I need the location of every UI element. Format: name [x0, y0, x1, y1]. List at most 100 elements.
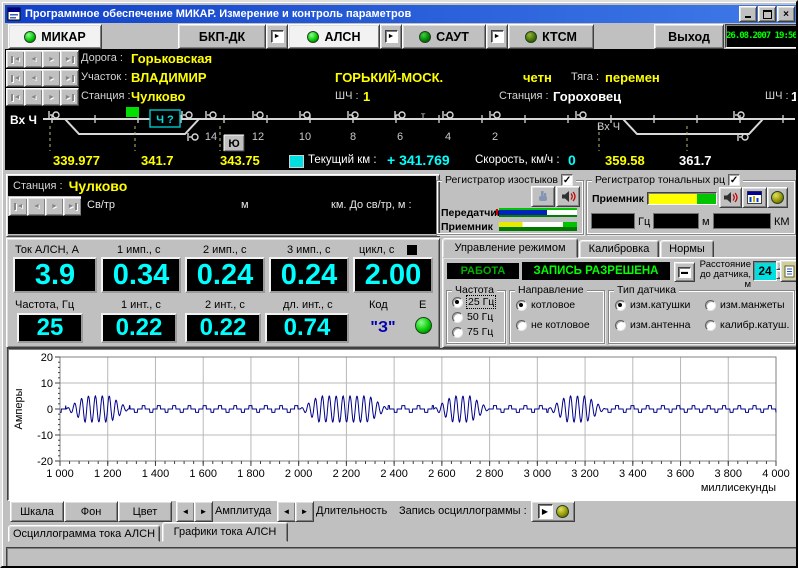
report-button[interactable] [780, 260, 798, 282]
dir-not-boiler-radio[interactable]: не котловое [516, 319, 590, 331]
station-next-button[interactable]: ► [42, 88, 61, 106]
track-km-row: 339.977 341.7 343.75 Текущий км : + 341.… [5, 152, 797, 170]
svg-text:1 400: 1 400 [142, 468, 170, 480]
station-label: Станция : [81, 90, 131, 102]
bkp-dk-button[interactable]: БКП-ДК [178, 24, 266, 49]
section-prev-button[interactable]: ◄ [24, 69, 43, 87]
tab-calibration[interactable]: Калибровка [579, 240, 659, 258]
sensor-antenna-radio[interactable]: изм.антенна [615, 319, 690, 331]
minimize-button[interactable] [739, 6, 757, 22]
scale-button[interactable]: Шкала [10, 501, 64, 522]
close-button[interactable]: × [777, 6, 795, 22]
saut-expand-button[interactable]: ► [486, 24, 508, 49]
imp1-header: 1 имп., с [117, 244, 161, 256]
exit-button[interactable]: Выход [654, 24, 724, 49]
road-next-button[interactable]: ► [42, 50, 61, 68]
title-bar: Программное обеспечение МИКАР. Измерение… [5, 5, 797, 23]
sensor-coils-radio[interactable]: изм.катушки [615, 299, 690, 311]
signal-number: 10 [299, 131, 311, 143]
speaker-icon [561, 190, 576, 203]
signal-prev-button[interactable]: ◄ [27, 197, 46, 216]
play-button[interactable]: ▶ [538, 504, 553, 519]
signal-icon [49, 111, 59, 119]
amplitude-decrease-button[interactable]: ◄ [176, 501, 195, 522]
signal-col-label: км. До св/тр, м : [331, 199, 412, 211]
maximize-button[interactable] [758, 6, 776, 22]
section-first-button[interactable]: ◄ [6, 69, 25, 87]
sensor-cuffs-radio[interactable]: изм.манжеты [705, 299, 785, 311]
road-first-button[interactable]: ◄ [6, 50, 25, 68]
iso-hand-button[interactable] [531, 186, 555, 207]
tonal-hz-field [591, 213, 635, 229]
svg-text:2 800: 2 800 [476, 468, 504, 480]
distance-input[interactable]: 24 [753, 261, 777, 281]
signal-query-label: Ч ? [156, 114, 174, 126]
svg-text:1 800: 1 800 [237, 468, 265, 480]
station-last-button[interactable]: ► [60, 88, 79, 106]
oscillogram-chart: 1 0001 2001 4001 6001 8002 0002 2002 400… [8, 349, 794, 498]
bkp-dk-expand-button[interactable]: ► [266, 24, 288, 49]
tab-norms[interactable]: Нормы [660, 240, 714, 258]
signal-icon [490, 111, 500, 119]
sensor-calib-coil-radio[interactable]: калибр.катуш. [705, 319, 789, 331]
dir-boiler-radio[interactable]: котловое [516, 299, 575, 311]
tab-oscillogram-alsn[interactable]: Осциллограмма тока АЛСН [8, 525, 160, 542]
duration-increase-button[interactable]: ► [295, 501, 314, 522]
view-tabs: Осциллограмма тока АЛСН Графики тока АЛС… [5, 522, 797, 543]
ktsm-button[interactable]: КТСМ [508, 24, 594, 49]
tonal-sound-button[interactable] [719, 187, 742, 208]
svg-text:2 600: 2 600 [428, 468, 456, 480]
iso-sound-button[interactable] [556, 186, 580, 207]
station-first-button[interactable]: ◄ [6, 88, 25, 106]
signal-col-label: Св/тр [87, 199, 115, 211]
station-panel-value: Чулково [69, 178, 128, 194]
tab-graphs-alsn[interactable]: Графики тока АЛСН [162, 522, 288, 542]
road-last-button[interactable]: ► [60, 50, 79, 68]
alsn-expand-button[interactable]: ► [380, 24, 402, 49]
signal-list-area[interactable] [8, 216, 436, 234]
road-prev-button[interactable]: ◄ [24, 50, 43, 68]
imp3-display: 0.24 [269, 257, 349, 293]
signal-icon [576, 111, 586, 119]
current-waveform [60, 396, 776, 422]
signal-next-button[interactable]: ► [45, 197, 64, 216]
section-far-value: ГОРЬКИЙ-МОСК. [335, 70, 443, 85]
section-next-button[interactable]: ► [42, 69, 61, 87]
svg-text:2 400: 2 400 [380, 468, 408, 480]
maximize-icon [763, 10, 772, 19]
station-prev-button[interactable]: ◄ [24, 88, 43, 106]
iso-receiver-label: Приемник [441, 221, 493, 233]
svg-text:3 400: 3 400 [619, 468, 647, 480]
x-axis-label: миллисекунды [701, 482, 776, 494]
station-panel-header: Станция : Чулково [8, 176, 436, 196]
tab-mode-control[interactable]: Управление режимом [442, 238, 578, 258]
track-section: Вх ЧЧ ?1412108642тВх ЧЮ 339.977 341.7 34… [5, 106, 797, 170]
mikar-button[interactable]: МИКАР [8, 24, 102, 49]
svg-text:1 000: 1 000 [46, 468, 74, 480]
registrar-tonal-checkbox[interactable]: ✓ [728, 174, 740, 186]
alsn-button[interactable]: АЛСН [288, 24, 380, 49]
int2-display: 0.22 [185, 313, 261, 343]
saut-button[interactable]: САУТ [402, 24, 486, 49]
signal-last-button[interactable]: ► [63, 197, 82, 216]
tonal-led-button[interactable] [767, 187, 788, 208]
duration-decrease-button[interactable]: ◄ [277, 501, 296, 522]
mikar-led [24, 31, 36, 43]
equals-button[interactable]: ▬ [674, 262, 695, 282]
tonal-chart-button[interactable] [742, 187, 767, 208]
freq-50-radio[interactable]: 50 Гц [452, 311, 493, 323]
registrar-iso-checkbox[interactable]: ✓ [561, 174, 573, 186]
radio-icon [516, 300, 527, 311]
svg-text:2 200: 2 200 [333, 468, 361, 480]
section-last-button[interactable]: ► [60, 69, 79, 87]
toolbar: МИКАР БКП-ДК ► АЛСН ► САУТ ► КТСМ Выход … [5, 23, 797, 49]
freq-75-radio[interactable]: 75 Гц [452, 326, 493, 338]
color-button[interactable]: Цвет [118, 501, 172, 522]
signal-first-button[interactable]: ◄ [9, 197, 28, 216]
background-button[interactable]: Фон [64, 501, 118, 522]
freq-25-radio[interactable]: 25 Гц [452, 296, 495, 308]
tonal-led [771, 191, 784, 204]
parity-value: четн [523, 70, 552, 85]
speed-label: Скорость, км/ч : [475, 154, 560, 166]
amplitude-increase-button[interactable]: ► [194, 501, 213, 522]
